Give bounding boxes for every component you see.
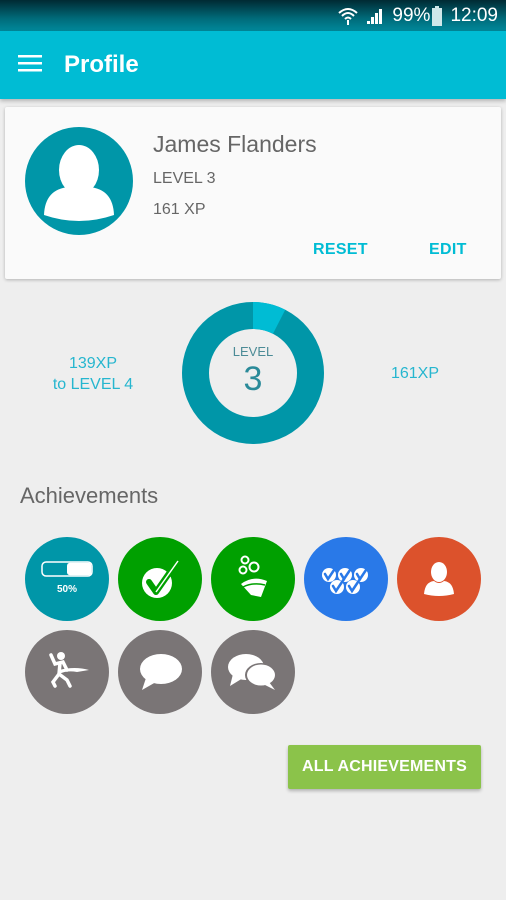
comment-badge[interactable] [118,630,202,714]
user-xp: 161 XP [153,201,206,218]
user-avatar-icon [44,145,114,221]
level-progress-section: 139XP to LEVEL 4 LEVEL 3 161XP [0,290,506,460]
wifi-icon [338,6,359,26]
profile-badge[interactable] [397,537,481,621]
xp-to-next-level: 139XP to LEVEL 4 [30,353,156,395]
progress-bar-icon: 50% [41,561,93,595]
multi-check-badge[interactable] [304,537,388,621]
page-title: Profile [64,51,139,78]
person-icon [424,562,454,596]
progress-50-badge[interactable]: 50% [25,537,109,621]
checkmark-circle-icon [142,559,180,598]
xp-remaining: 139XP [68,355,118,372]
checkmark-badge[interactable] [118,537,202,621]
signal-icon [366,7,384,25]
app-bar: Profile [0,31,506,99]
magic-hat-badge[interactable] [211,537,295,621]
progress-percent-label: 50% [57,584,77,595]
multi-checkmark-icon [322,565,370,594]
avatar [25,127,133,235]
finish-line-runner-icon [49,652,89,688]
achievements-heading: Achievements [20,483,159,508]
conversation-badge[interactable] [211,630,295,714]
menu-button[interactable] [0,31,64,99]
ring-level-value: 3 [243,360,263,398]
speech-bubble-icon [140,654,182,690]
next-level-label: to LEVEL 4 [52,376,134,393]
battery-percent: 99% [392,4,431,26]
all-achievements-button[interactable]: ALL ACHIEVEMENTS [288,745,481,789]
battery-icon [432,5,443,26]
user-name: James Flanders [153,131,317,157]
current-xp: 161XP [390,365,440,382]
finish-line-badge[interactable] [25,630,109,714]
ring-progress-arc [252,302,286,335]
speech-bubbles-icon [228,654,277,690]
clock: 12:09 [450,4,498,26]
edit-button[interactable]: EDIT [429,241,467,259]
reset-button[interactable]: RESET [313,241,368,259]
hamburger-menu-icon[interactable] [18,54,42,77]
magic-hat-icon [238,555,267,597]
profile-card: James Flanders LEVEL 3 161 XP RESET EDIT [5,107,501,279]
ring-level-label: LEVEL [232,344,274,359]
user-level: LEVEL 3 [153,170,216,187]
status-bar: 99% 12:09 [0,0,506,31]
